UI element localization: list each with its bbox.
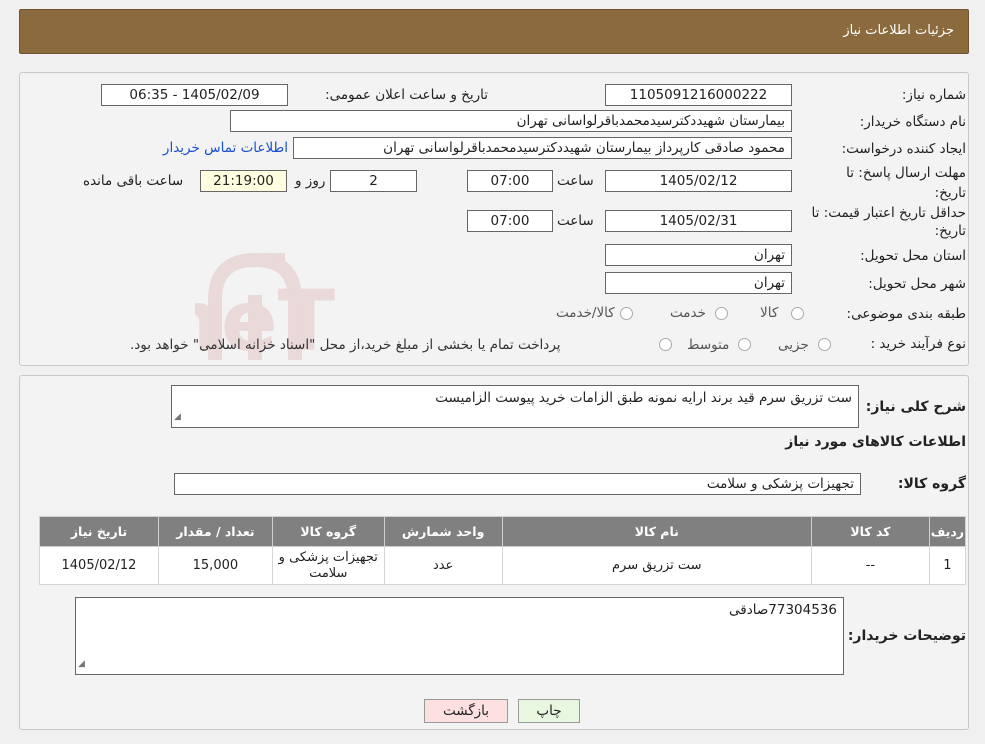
col-name: نام کالا (501, 516, 813, 547)
buyer-notes-label: توضیحات خریدار: (847, 628, 966, 644)
process-option-medium: متوسط (687, 337, 730, 353)
goods-group-field: تجهیزات پزشکی و سلامت (174, 473, 861, 495)
process-radio-minor[interactable] (818, 338, 831, 351)
col-date: تاریخ نیاز (39, 516, 159, 547)
announce-datetime-field: 1405/02/09 - 06:35 (101, 84, 288, 106)
province-field: تهران (605, 244, 792, 266)
resize-grip-icon[interactable]: ◢ (174, 408, 181, 426)
cell-row: 1 (928, 546, 967, 585)
deadline-time-label: ساعت (557, 173, 594, 189)
price-validity-label: حداقل تاریخ اعتبار قیمت: تا (811, 205, 966, 221)
validity-time-field: 07:00 (467, 210, 553, 232)
cell-date: 1405/02/12 (39, 546, 159, 585)
resize-grip-icon[interactable]: ◢ (78, 655, 85, 673)
days-label: روز و (295, 173, 326, 189)
cell-qty: 15,000 (157, 546, 273, 585)
col-qty: تعداد / مقدار (157, 516, 273, 547)
description-label: شرح کلی نیاز: (865, 399, 966, 415)
cell-name: ست تزریق سرم (501, 546, 813, 585)
remaining-time-label: ساعت باقی مانده (83, 173, 184, 189)
deadline-date-field: 1405/02/12 (605, 170, 792, 192)
buyer-org-label: نام دستگاه خریدار: (859, 114, 966, 130)
page-title: جزئیات اطلاعات نیاز (843, 23, 954, 38)
validity-date-field: 1405/02/31 (605, 210, 792, 232)
col-group: گروه کالا (271, 516, 385, 547)
cell-unit: عدد (383, 546, 503, 585)
category-radio-service[interactable] (715, 307, 728, 320)
announce-label: تاریخ و ساعت اعلان عمومی: (325, 87, 488, 103)
category-radio-goods-service[interactable] (620, 307, 633, 320)
col-unit: واحد شمارش (383, 516, 503, 547)
treasury-checkbox[interactable] (659, 338, 672, 351)
category-option-service: خدمت (670, 305, 706, 321)
remaining-time-field: 21:19:00 (200, 170, 287, 192)
deadline-label-2: تاریخ: (934, 185, 966, 201)
requester-field: محمود صادقی کارپرداز بیمارستان شهیددکترس… (293, 137, 792, 159)
category-label: طبقه بندی موضوعی: (846, 306, 966, 322)
cell-group: تجهیزات پزشکی و سلامت (271, 546, 385, 585)
buyer-contact-link[interactable]: اطلاعات تماس خریدار (163, 140, 288, 156)
need-number-field: 1105091216000222 (605, 84, 792, 106)
validity-time-label: ساعت (557, 213, 594, 229)
city-field: تهران (605, 272, 792, 294)
table-row: 1 -- ست تزریق سرم عدد تجهیزات پزشکی و سل… (39, 546, 967, 585)
city-label: شهر محل تحویل: (868, 276, 966, 292)
table-header-row: ردیف کد کالا نام کالا واحد شمارش گروه کا… (39, 516, 967, 547)
category-option-goods: کالا (760, 305, 779, 321)
page-header: جزئیات اطلاعات نیاز (19, 9, 969, 54)
description-textarea[interactable]: ست تزریق سرم قید برند ارایه نمونه طبق ال… (171, 385, 859, 428)
process-radio-medium[interactable] (738, 338, 751, 351)
need-number-label: شماره نیاز: (901, 87, 966, 103)
buyer-org-field: بیمارستان شهیددکترسیدمحمدباقرلواسانی تهر… (230, 110, 792, 132)
deadline-label: مهلت ارسال پاسخ: تا (846, 165, 966, 181)
cell-code: -- (811, 546, 930, 585)
goods-group-label: گروه کالا: (897, 476, 966, 492)
requester-label: ایجاد کننده درخواست: (841, 141, 966, 157)
category-radio-goods[interactable] (791, 307, 804, 320)
buyer-notes-textarea[interactable]: 77304536صادقی ◢ (75, 597, 844, 675)
back-button[interactable]: بازگشت (424, 699, 508, 723)
province-label: استان محل تحویل: (860, 248, 966, 264)
print-button[interactable]: چاپ (518, 699, 580, 723)
deadline-time-field: 07:00 (467, 170, 553, 192)
goods-table: ردیف کد کالا نام کالا واحد شمارش گروه کا… (39, 516, 967, 585)
category-option-goods-service: کالا/خدمت (556, 305, 615, 321)
description-text: ست تزریق سرم قید برند ارایه نمونه طبق ال… (435, 390, 852, 406)
goods-section-title: اطلاعات کالاهای مورد نیاز (785, 434, 966, 450)
days-remaining-field: 2 (330, 170, 417, 192)
price-validity-label-2: تاریخ: (934, 223, 966, 239)
treasury-note: پرداخت تمام یا بخشی از مبلغ خرید،از محل … (130, 337, 561, 353)
col-row: ردیف (928, 516, 967, 547)
buyer-notes-text: 77304536صادقی (728, 602, 837, 618)
process-type-label: نوع فرآیند خرید : (870, 336, 966, 352)
process-option-minor: جزیی (778, 337, 809, 353)
col-code: کد کالا (811, 516, 930, 547)
